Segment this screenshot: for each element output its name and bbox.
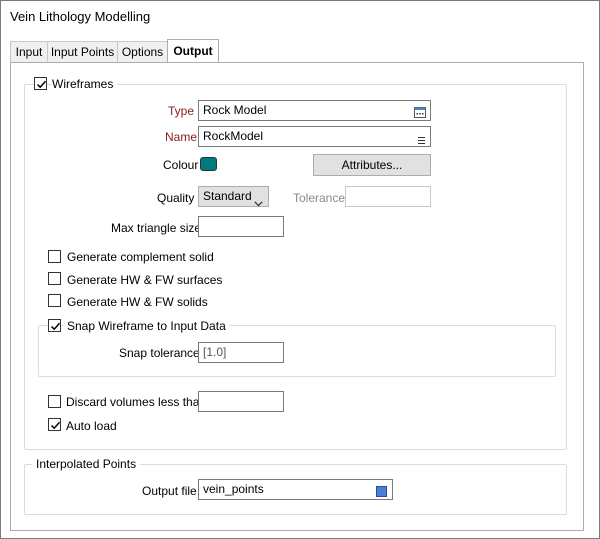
max-triangle-label: Max triangle size	[111, 221, 202, 235]
output-file-label: Output file	[142, 484, 197, 498]
tab-output[interactable]: Output	[167, 39, 219, 63]
interpolated-points-legend: Interpolated Points	[32, 457, 141, 471]
wireframes-checkbox[interactable]	[34, 77, 47, 90]
output-panel: Wireframes Type Rock Model Name RockMode…	[10, 62, 584, 531]
generate-solids-label: Generate HW & FW solids	[67, 295, 208, 309]
window-title: Vein Lithology Modelling	[10, 9, 151, 24]
quality-select[interactable]: Standard	[198, 186, 269, 207]
snap-checkbox[interactable]	[48, 319, 61, 332]
type-field[interactable]: Rock Model	[198, 100, 431, 121]
output-file-field[interactable]: vein_points	[198, 479, 393, 500]
auto-load-checkbox[interactable]	[48, 418, 61, 431]
generate-solids-checkbox[interactable]	[48, 294, 61, 307]
snap-label: Snap Wireframe to Input Data	[64, 319, 229, 333]
colour-label: Colour	[163, 158, 199, 172]
chevron-down-icon	[254, 194, 263, 213]
discard-field[interactable]	[198, 391, 284, 412]
wireframes-label: Wireframes	[52, 77, 118, 91]
generate-surfaces-label: Generate HW & FW surfaces	[67, 273, 223, 287]
tab-options[interactable]: Options	[117, 41, 168, 63]
output-file-value: vein_points	[203, 482, 264, 496]
name-field[interactable]: RockModel	[198, 126, 431, 147]
colour-swatch[interactable]	[200, 157, 217, 171]
snap-tolerance-field[interactable]: [1.0]	[198, 342, 284, 363]
discard-checkbox[interactable]	[48, 395, 61, 408]
discard-label: Discard volumes less than	[66, 395, 207, 409]
quality-label: Quality	[157, 191, 195, 205]
tab-input-points[interactable]: Input Points	[47, 41, 118, 63]
file-browse-icon[interactable]	[376, 484, 387, 499]
max-triangle-field[interactable]	[198, 216, 284, 237]
quality-value: Standard	[203, 189, 252, 203]
snap-tolerance-value: [1.0]	[203, 345, 227, 359]
type-label: Type	[168, 104, 195, 118]
attributes-button[interactable]: Attributes...	[313, 154, 431, 176]
browse-icon[interactable]	[414, 105, 426, 120]
tolerance-field[interactable]	[345, 186, 431, 207]
tab-input[interactable]: Input	[10, 41, 48, 63]
generate-complement-label: Generate complement solid	[67, 250, 214, 264]
generate-complement-checkbox[interactable]	[48, 250, 61, 263]
dialog-window: Vein Lithology Modelling Input Input Poi…	[0, 0, 600, 539]
type-value: Rock Model	[203, 103, 267, 117]
snap-tolerance-label: Snap tolerance	[119, 346, 200, 360]
generate-surfaces-checkbox[interactable]	[48, 272, 61, 285]
auto-load-label: Auto load	[66, 419, 117, 433]
tolerance-label: Tolerance	[293, 191, 346, 205]
name-label: Name	[165, 130, 198, 144]
name-value: RockModel	[203, 129, 264, 143]
list-icon[interactable]	[417, 132, 426, 146]
